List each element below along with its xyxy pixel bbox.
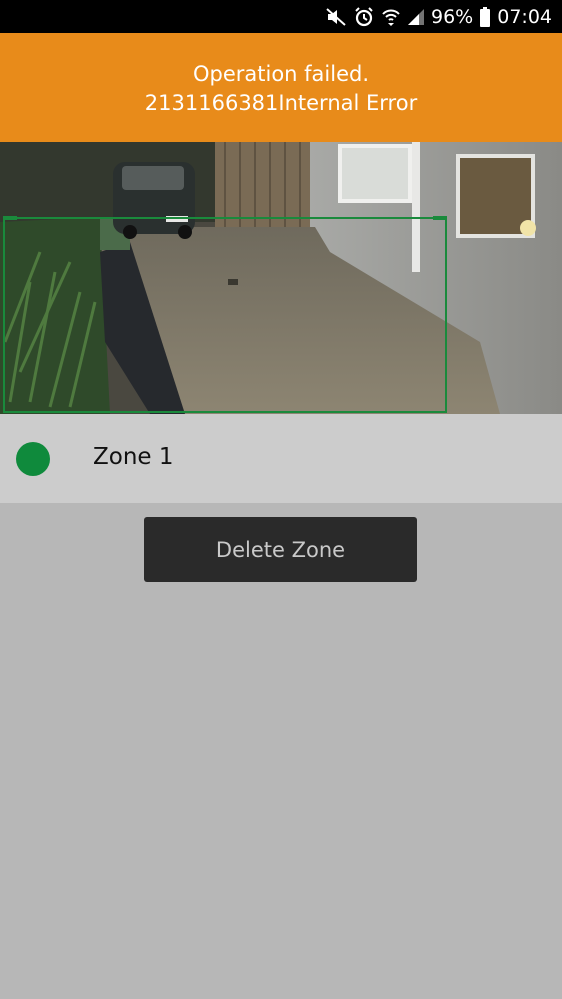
delete-zone-button[interactable]: Delete Zone [144,517,417,582]
battery-percent: 96% [431,5,474,28]
camera-preview[interactable] [0,142,562,414]
alarm-icon [353,6,375,28]
mute-icon [325,7,347,27]
zone-handle-top-left[interactable] [3,216,17,220]
zone-name: Zone 1 [93,444,174,470]
error-detail: 2131166381Internal Error [144,91,418,115]
status-bar: 96% 07:04 [0,0,562,33]
zone-handle-top-right[interactable] [433,216,447,220]
zone-list-item[interactable]: Zone 1 [0,414,562,503]
error-banner: Operation failed. 2131166381Internal Err… [0,33,562,142]
error-title: Operation failed. [192,62,370,86]
wifi-icon [381,7,401,27]
motion-zone-outline[interactable] [3,216,447,413]
signal-icon [407,8,425,26]
zone-color-dot [16,442,50,476]
clock-time: 07:04 [497,5,552,28]
battery-icon [479,6,491,27]
